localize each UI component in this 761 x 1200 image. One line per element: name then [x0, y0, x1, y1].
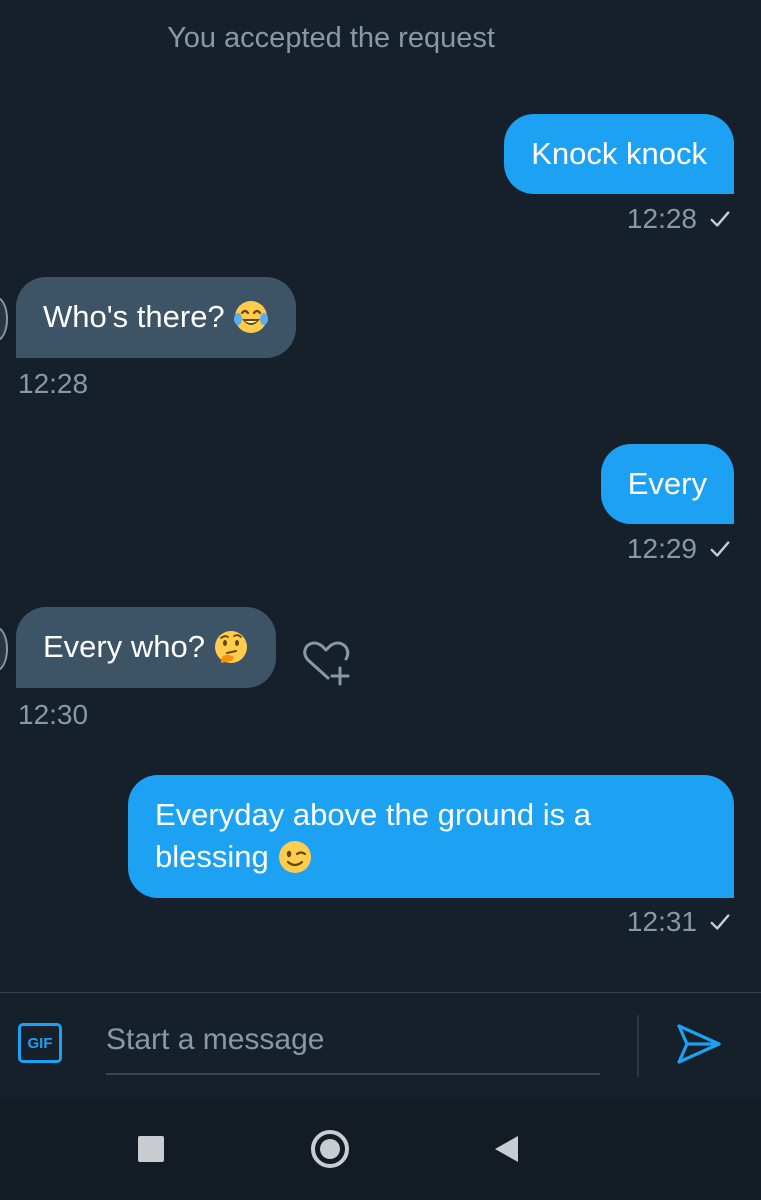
sent-check-icon: [710, 541, 730, 557]
sender-avatar[interactable]: [0, 627, 8, 671]
face-with-tears-of-joy-icon: [233, 300, 268, 333]
message-timestamp: 12:28: [18, 368, 88, 400]
composer-divider: [637, 1015, 639, 1077]
message-bubble-sent[interactable]: Knock knock: [504, 114, 734, 194]
system-note: You accepted the request: [167, 22, 495, 54]
message-bubble-received[interactable]: Who's there?: [16, 277, 296, 358]
timestamp-text: 12:28: [626, 203, 697, 234]
timestamp-text: 12:28: [18, 368, 89, 399]
message-bubble-received[interactable]: Every who?: [16, 607, 276, 688]
message-bubble-sent[interactable]: Every: [600, 444, 734, 524]
message-timestamp: 12:28: [627, 203, 731, 235]
timestamp-text: 12:29: [626, 533, 697, 564]
gif-label: GIF: [27, 1034, 53, 1052]
message-text: Who's there?: [43, 299, 225, 334]
message-timestamp: 12:30: [18, 699, 88, 731]
sent-check-icon: [710, 211, 730, 227]
recent-apps-icon[interactable]: [138, 1136, 164, 1162]
send-icon[interactable]: [676, 1023, 722, 1065]
gif-button[interactable]: GIF: [18, 1023, 62, 1063]
sender-avatar[interactable]: [0, 297, 8, 341]
timestamp-text: 12:31: [626, 906, 697, 937]
message-text: Every who?: [43, 629, 205, 664]
back-icon[interactable]: [492, 1134, 520, 1164]
sent-check-icon: [710, 914, 730, 930]
message-text: Knock knock: [531, 136, 707, 171]
message-text: Everyday above the ground is a blessing: [155, 797, 591, 874]
system-navigation-bar: [0, 1098, 761, 1200]
message-bubble-sent[interactable]: Everyday above the ground is a blessing: [128, 775, 734, 898]
message-timestamp: 12:29: [627, 533, 731, 565]
heart-plus-icon[interactable]: [300, 638, 352, 686]
home-icon[interactable]: [309, 1128, 351, 1170]
message-input[interactable]: Start a message: [106, 1013, 600, 1075]
composer-bar: GIF Start a message: [0, 992, 761, 1099]
thinking-face-icon: [214, 630, 247, 663]
timestamp-text: 12:30: [18, 699, 89, 730]
message-timestamp: 12:31: [627, 906, 731, 938]
message-input-placeholder: Start a message: [106, 1023, 325, 1056]
winking-face-icon: [278, 840, 311, 873]
message-text: Every: [627, 466, 707, 501]
